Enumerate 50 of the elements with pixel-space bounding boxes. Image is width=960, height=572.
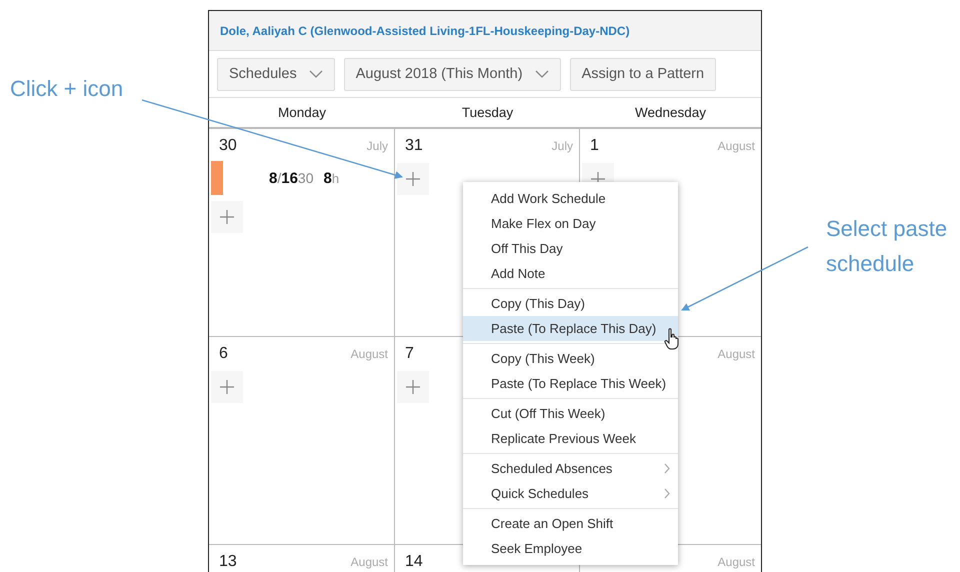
day-number: 31	[405, 137, 423, 155]
shift-hours: 8h	[324, 170, 340, 186]
month-label: August	[350, 555, 388, 569]
menu-item[interactable]: Scheduled Absences	[463, 456, 678, 481]
day-number: 30	[219, 137, 237, 155]
add-button[interactable]	[211, 201, 243, 233]
month-label: July	[552, 139, 573, 153]
dropdown-button[interactable]: August 2018 (This Month)	[344, 58, 561, 90]
menu-item[interactable]: Seek Employee	[463, 536, 678, 561]
month-label: August	[718, 139, 755, 153]
plus-icon	[406, 172, 420, 186]
add-button[interactable]	[397, 163, 429, 195]
month-label: August	[718, 347, 755, 361]
menu-item[interactable]: Add Note	[463, 261, 678, 286]
menu-item[interactable]: Add Work Schedule	[463, 186, 678, 211]
plus-icon	[220, 210, 234, 224]
day-number: 6	[219, 345, 228, 363]
chevron-right-icon	[664, 463, 670, 474]
callout-text: Click + icon	[10, 76, 124, 102]
chevron-down-icon	[308, 70, 323, 78]
weekday-header: Wednesday	[634, 104, 708, 122]
menu-item[interactable]: Make Flex on Day	[463, 211, 678, 236]
weekday-header: Tuesday	[460, 104, 514, 122]
month-label: July	[366, 139, 388, 153]
menu-item[interactable]: Paste (To Replace This Week)	[463, 371, 678, 396]
menu-item[interactable]: Replicate Previous Week	[463, 426, 678, 451]
day-number: 13	[219, 553, 237, 571]
day-number: 7	[405, 345, 414, 363]
menu-item[interactable]: Cut (Off This Week)	[463, 401, 678, 426]
plus-icon	[406, 380, 420, 394]
month-label: August	[350, 347, 388, 361]
weekday-header: Monday	[276, 104, 328, 122]
menu-item[interactable]: Create an Open Shift	[463, 511, 678, 536]
menu-item[interactable]: Copy (This Day)	[463, 291, 678, 316]
day-number: 1	[590, 137, 599, 155]
dropdown-button[interactable]: Schedules	[217, 58, 335, 90]
shift-time: 8/1630	[269, 170, 314, 186]
add-button[interactable]	[397, 371, 429, 403]
month-label: August	[718, 555, 755, 569]
add-button[interactable]	[211, 371, 243, 403]
menu-item[interactable]: Quick Schedules	[463, 481, 678, 506]
chevron-down-icon	[534, 70, 549, 78]
menu-item[interactable]: Off This Day	[463, 236, 678, 261]
callout-text: Select paste schedule	[826, 215, 948, 278]
day-number: 14	[405, 553, 423, 571]
chevron-right-icon	[664, 488, 670, 499]
action-button[interactable]: Assign to a Pattern	[570, 58, 716, 90]
plus-icon	[220, 380, 234, 394]
employee-link[interactable]: Dole, Aaliyah C (Glenwood-Assisted Living-1FL-Houskeeping-Day-NDC)	[220, 24, 630, 38]
menu-item[interactable]: Copy (This Week)	[463, 346, 678, 371]
